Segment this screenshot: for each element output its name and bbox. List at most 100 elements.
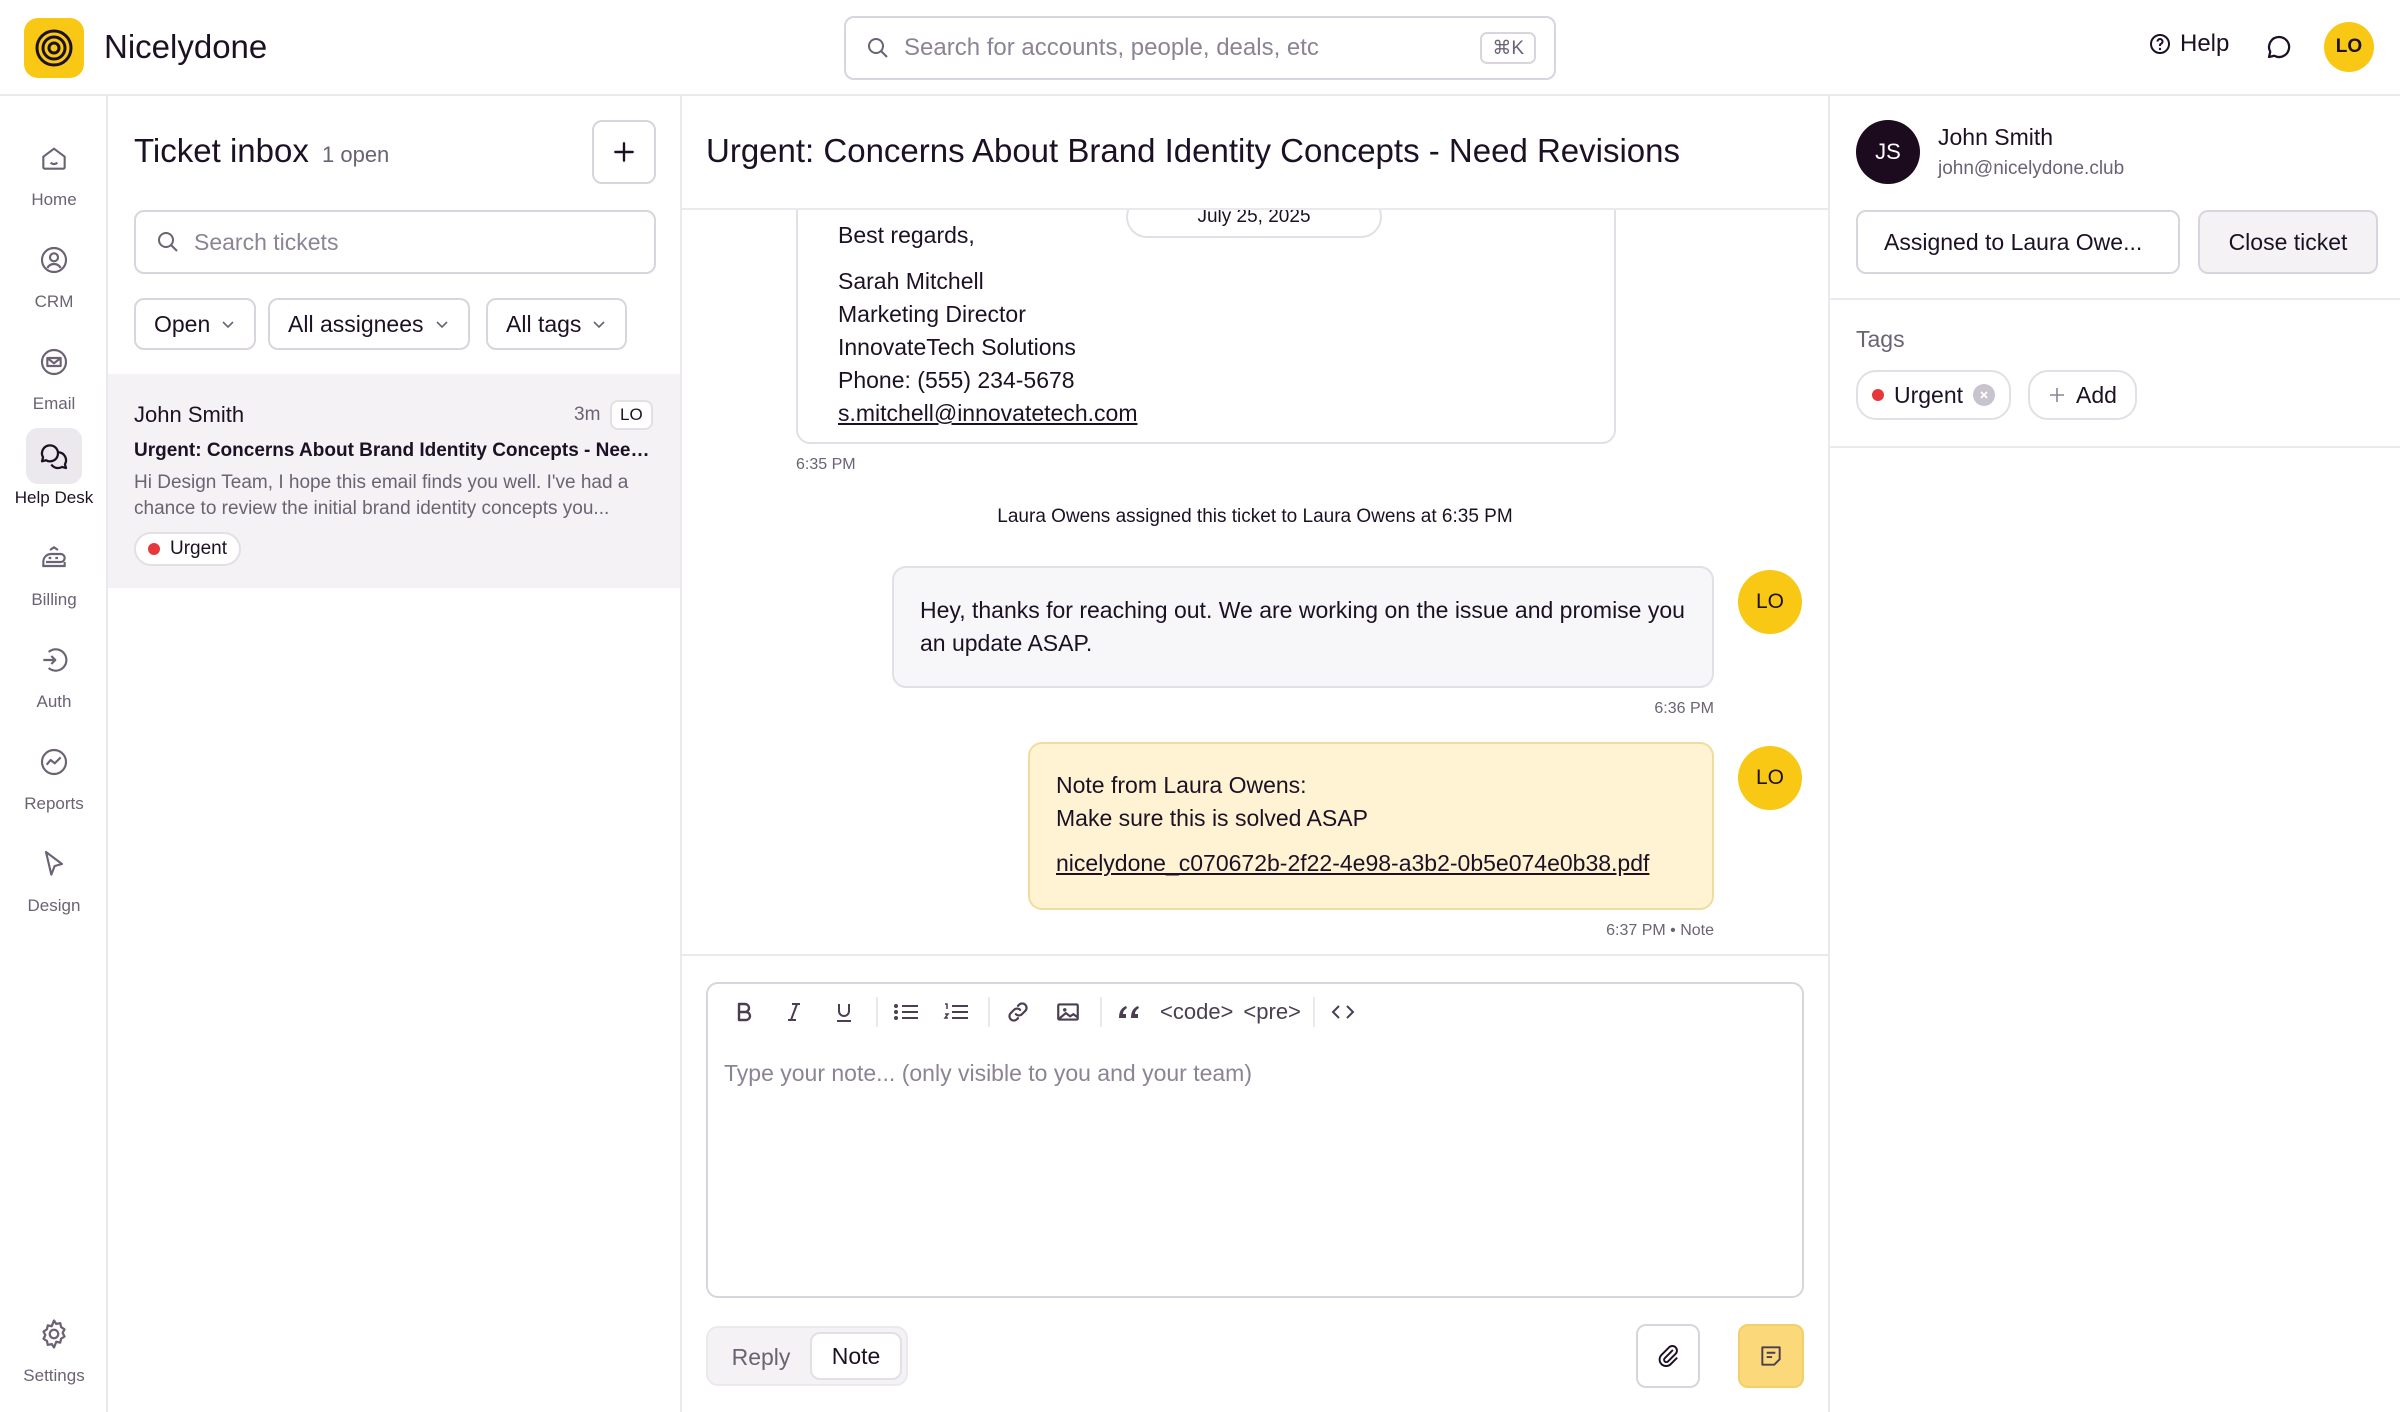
bold-icon — [737, 1002, 752, 1022]
tag-chip: Urgent — [1856, 370, 2012, 420]
message-timestamp: 6:36 PM — [1654, 700, 1714, 717]
remove-tag-button[interactable] — [1973, 384, 1996, 406]
code-block-button[interactable]: <pre> — [1243, 992, 1301, 1032]
image-button[interactable] — [1048, 992, 1088, 1032]
nav-item-billing[interactable]: Billing — [0, 530, 108, 610]
global-search[interactable]: Search for accounts, people, deals, etc … — [844, 16, 1556, 80]
compose-mode-toggle: Reply Note — [706, 1326, 908, 1386]
app-logo[interactable] — [24, 18, 84, 78]
chevron-down-icon — [593, 321, 606, 329]
reply-mode-tab[interactable]: Reply — [716, 1334, 806, 1380]
toolbar-divider — [1100, 997, 1102, 1027]
logo-icon — [35, 29, 73, 67]
note-icon — [1761, 1346, 1781, 1366]
plus-icon — [2050, 388, 2064, 402]
image-icon — [1057, 1003, 1079, 1021]
quote-button[interactable] — [1110, 992, 1150, 1032]
nav-label: Help Desk — [14, 488, 94, 507]
link-button[interactable] — [998, 992, 1038, 1032]
close-ticket-button[interactable]: Close ticket — [2198, 210, 2378, 274]
chat-icon — [2267, 35, 2291, 59]
nav-item-auth[interactable]: Auth — [0, 632, 108, 712]
ticket-search-input[interactable]: Search tickets — [134, 210, 656, 274]
ticket-inbox-panel: Ticket inbox 1 open Search tickets Open … — [108, 96, 682, 1412]
filter-label: Open — [154, 310, 211, 337]
filter-label: All tags — [506, 310, 582, 337]
ticket-snippet: Hi Design Team, I hope this email finds … — [134, 472, 629, 519]
tag-color-dot — [1872, 389, 1884, 401]
status-filter[interactable]: Open — [134, 298, 257, 350]
contact-name: John Smith — [1938, 124, 2054, 150]
ticket-assignee-badge: LO — [610, 400, 653, 430]
tag-filter[interactable]: All tags — [486, 298, 628, 350]
nav-item-help-desk[interactable]: Help Desk — [0, 428, 108, 508]
attach-file-button[interactable] — [1636, 1324, 1700, 1388]
divider — [1830, 446, 2400, 448]
ticket-tag: Urgent — [134, 532, 242, 566]
agent-avatar: LO — [1738, 570, 1802, 634]
nav-item-email[interactable]: Email — [0, 334, 108, 414]
nav-item-settings[interactable]: Settings — [0, 1306, 108, 1386]
user-avatar[interactable]: LO — [2324, 22, 2374, 72]
help-link[interactable]: Help — [2148, 30, 2229, 58]
source-view-button[interactable] — [1323, 992, 1363, 1032]
note-heading: Note from Laura Owens: — [1056, 772, 1307, 798]
message-thread[interactable]: Best regards, Sarah Mitchell Marketing D… — [682, 210, 1828, 954]
search-shortcut: ⌘K — [1480, 32, 1536, 64]
tag-color-dot — [148, 543, 160, 555]
italic-icon — [788, 1003, 800, 1021]
home-icon — [42, 147, 66, 170]
note-mode-tab[interactable]: Note — [810, 1332, 902, 1380]
search-icon — [868, 38, 888, 58]
email-address-link[interactable]: s.mitchell@innovatetech.com — [838, 400, 1137, 427]
numbered-list-button[interactable] — [936, 992, 976, 1032]
app-name: Nicelydone — [104, 28, 268, 65]
inline-code-button[interactable]: <code> — [1160, 992, 1233, 1032]
nav-item-home[interactable]: Home — [0, 130, 108, 210]
toolbar-divider — [988, 997, 990, 1027]
paperclip-icon — [1658, 1345, 1678, 1367]
note-text: Make sure this is solved ASAP — [1056, 805, 1368, 831]
note-attachment-link[interactable]: nicelydone_c070672b-2f22-4e98-a3b2-0b5e0… — [1056, 850, 1649, 877]
date-separator: July 25, 2025 — [1126, 210, 1382, 238]
nav-label: Home — [31, 190, 77, 209]
italic-button[interactable] — [774, 992, 814, 1032]
left-nav: Home CRM Email Help Desk Billing Auth Re… — [0, 96, 108, 1412]
assignee-button[interactable]: Assigned to Laura Owe... — [1856, 210, 2180, 274]
ticket-search-placeholder: Search tickets — [194, 228, 339, 255]
chevron-down-icon — [222, 321, 234, 329]
nav-label: Billing — [31, 590, 77, 609]
agent-reply-message: Hey, thanks for reaching out. We are wor… — [892, 566, 1714, 688]
numbered-list-icon — [943, 1003, 968, 1019]
submit-note-button[interactable] — [1738, 1324, 1804, 1388]
help-label: Help — [2180, 30, 2230, 57]
toolbar-divider — [1312, 997, 1315, 1027]
nav-label: CRM — [34, 292, 74, 311]
question-icon — [2150, 34, 2170, 54]
quote-icon — [1119, 1006, 1139, 1018]
plus-icon — [614, 142, 634, 162]
bullet-list-icon — [894, 1004, 918, 1020]
inbox-title: Ticket inbox — [134, 132, 309, 169]
link-icon — [1008, 1002, 1028, 1022]
nav-item-crm[interactable]: CRM — [0, 232, 108, 312]
tag-label: Urgent — [1894, 381, 1964, 408]
note-editor[interactable]: <code> <pre> Type your note... (only vis… — [706, 982, 1804, 1298]
new-ticket-button[interactable] — [592, 120, 656, 184]
underline-button[interactable] — [824, 992, 864, 1032]
contact-icon — [40, 246, 68, 274]
chat-button[interactable] — [2264, 32, 2294, 62]
add-tag-button[interactable]: Add — [2028, 370, 2137, 420]
ticket-title: Urgent: Concerns About Brand Identity Co… — [706, 132, 1681, 169]
ticket-subject: Urgent: Concerns About Brand Identity Co… — [134, 440, 660, 461]
email-text: Sarah Mitchell — [838, 268, 984, 294]
auth-icon — [43, 648, 68, 672]
ticket-list-item[interactable]: John Smith 3m LO Urgent: Concerns About … — [108, 374, 680, 588]
nav-label: Auth — [36, 692, 72, 711]
assignee-filter[interactable]: All assignees — [268, 298, 470, 350]
bold-button[interactable] — [724, 992, 764, 1032]
nav-item-reports[interactable]: Reports — [0, 734, 108, 814]
bullet-list-button[interactable] — [886, 992, 926, 1032]
tags-heading: Tags — [1856, 326, 1905, 352]
nav-item-design[interactable]: Design — [0, 836, 108, 916]
